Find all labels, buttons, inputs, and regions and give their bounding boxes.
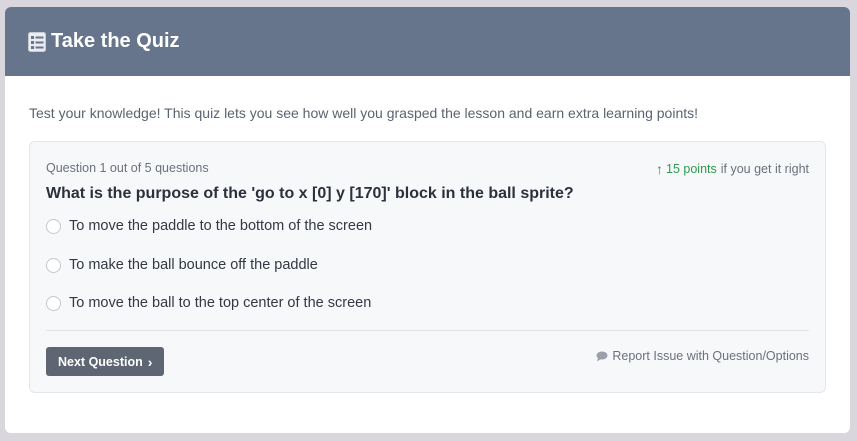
page-title: Take the Quiz xyxy=(51,30,180,52)
quiz-card: Take the Quiz Test your knowledge! This … xyxy=(5,7,850,433)
answer-option-label: To make the ball bounce off the paddle xyxy=(69,257,318,273)
answer-option[interactable]: To move the paddle to the bottom of the … xyxy=(46,218,372,234)
question-panel: Question 1 out of 5 questions ↑ 15 point… xyxy=(29,141,826,393)
question-text: What is the purpose of the 'go to x [0] … xyxy=(46,185,574,202)
points-value: 15 points xyxy=(666,162,717,176)
radio-button[interactable] xyxy=(46,257,61,273)
question-progress: Question 1 out of 5 questions xyxy=(46,161,209,175)
answer-option[interactable]: To move the ball to the top center of th… xyxy=(46,295,371,311)
arrow-up-icon: ↑ xyxy=(656,161,664,177)
next-question-label: Next Question xyxy=(58,354,143,369)
chevron-right-icon: › xyxy=(147,353,153,370)
speech-bubble-icon xyxy=(596,351,608,362)
radio-button[interactable] xyxy=(46,295,61,311)
answer-option-label: To move the ball to the top center of th… xyxy=(69,295,372,311)
answer-option-label: To move the paddle to the bottom of the … xyxy=(69,218,373,234)
report-issue-link[interactable]: Report Issue with Question/Options xyxy=(596,349,809,363)
question-meta: Question 1 out of 5 questions ↑ 15 point… xyxy=(46,161,809,177)
report-issue-label: Report Issue with Question/Options xyxy=(612,349,809,363)
points-info: ↑ 15 points if you get it right xyxy=(656,161,809,177)
next-question-button[interactable]: Next Question › xyxy=(46,347,165,376)
divider xyxy=(46,330,809,331)
quiz-intro-text: Test your knowledge! This quiz lets you … xyxy=(29,105,699,121)
checklist-icon xyxy=(28,31,46,52)
radio-button[interactable] xyxy=(46,218,61,234)
quiz-header: Take the Quiz xyxy=(5,7,850,76)
answer-option[interactable]: To make the ball bounce off the paddle xyxy=(46,257,318,273)
points-suffix: if you get it right xyxy=(720,162,809,176)
